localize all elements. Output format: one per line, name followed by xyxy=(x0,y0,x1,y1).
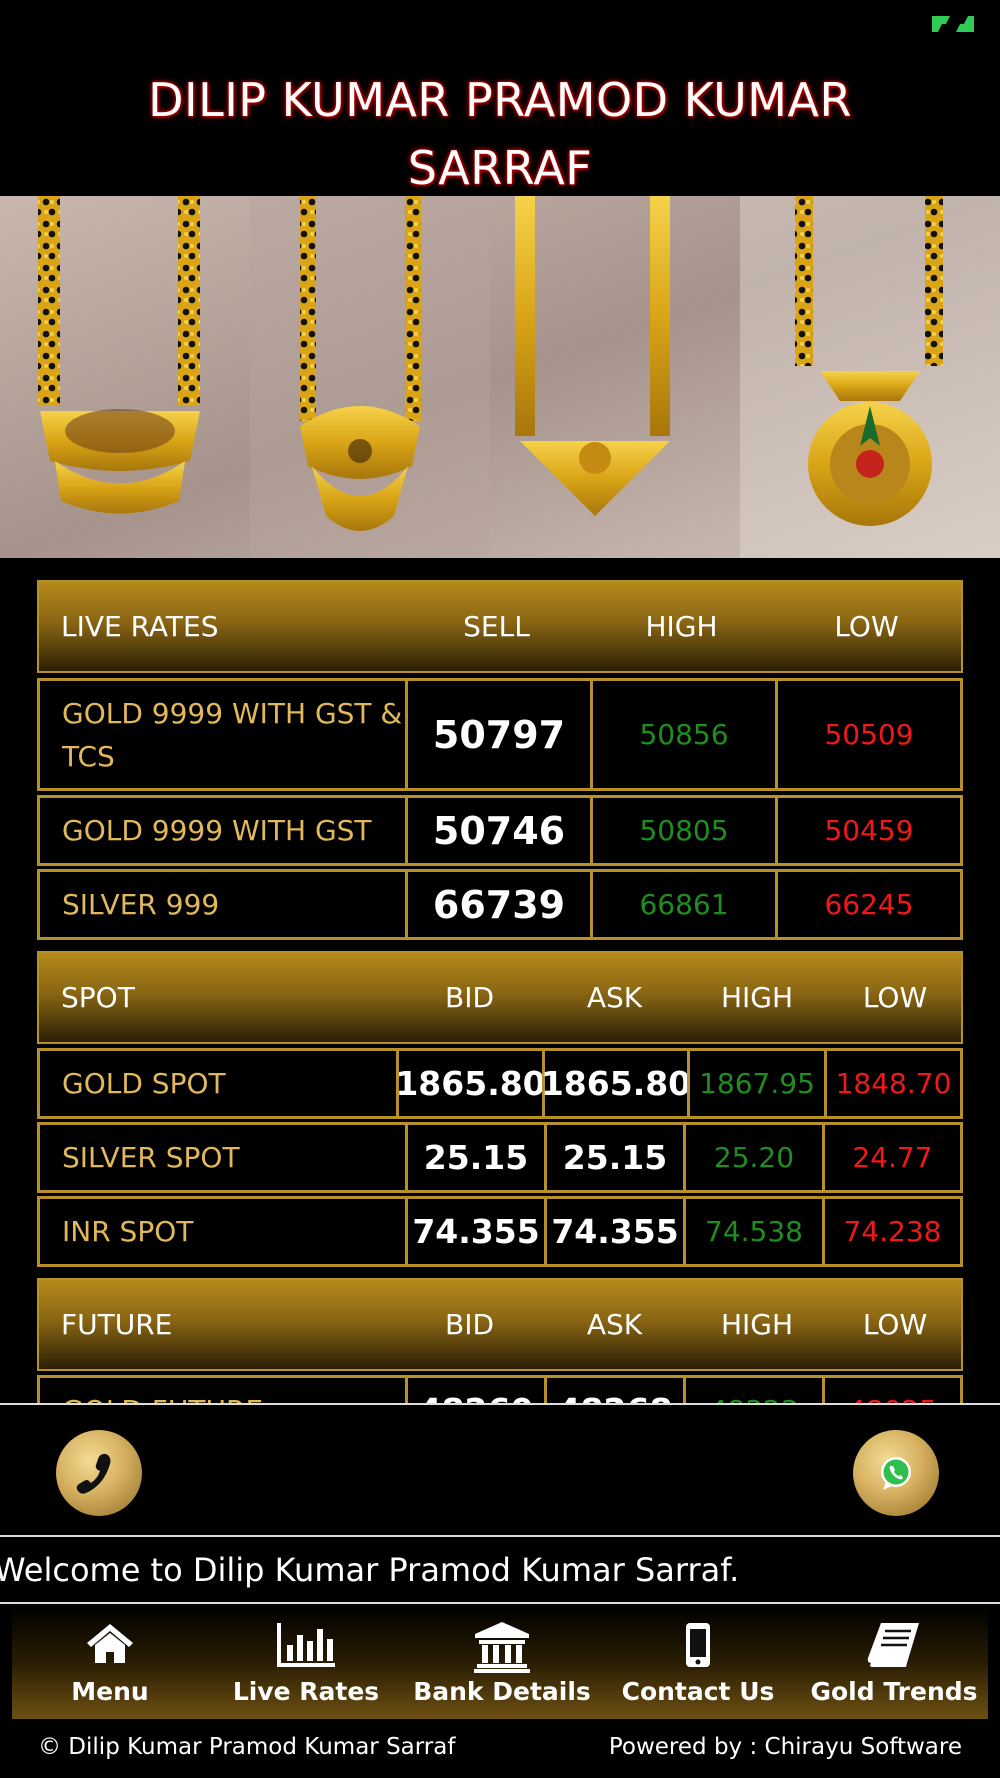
column-header: LOW xyxy=(834,610,899,643)
high-value: 1867.95 xyxy=(699,1067,815,1100)
nav-gold-trends[interactable]: Gold Trends xyxy=(796,1607,992,1719)
bottom-nav: Menu Live Rates Bank Details Contact Us … xyxy=(12,1607,988,1719)
spot-name: GOLD SPOT xyxy=(62,1067,226,1100)
call-button[interactable] xyxy=(56,1430,142,1516)
column-header: SELL xyxy=(463,610,530,643)
high-value: 66861 xyxy=(639,888,729,921)
spot-header: SPOT BID ASK HIGH LOW xyxy=(37,951,963,1044)
future-header: FUTURE BID ASK HIGH LOW xyxy=(37,1278,963,1371)
live-rates-header: LIVE RATES SELL HIGH LOW xyxy=(37,580,963,673)
fullscreen-icon[interactable] xyxy=(930,14,976,34)
rate-name: GOLD 9999 WITH GST & TCS xyxy=(62,696,403,773)
phone-icon xyxy=(76,1453,111,1494)
table-row: SILVER 999 66739 66861 66245 xyxy=(37,869,963,940)
high-value: 50805 xyxy=(639,814,729,847)
book-icon xyxy=(867,1623,919,1667)
column-header: FUTURE xyxy=(61,1308,173,1341)
column-header: HIGH xyxy=(720,1308,794,1341)
column-header: BID xyxy=(444,981,495,1014)
low-value: 50509 xyxy=(824,718,914,751)
bar-chart-icon xyxy=(277,1623,335,1667)
column-header: HIGH xyxy=(645,610,718,643)
high-value: 74.538 xyxy=(705,1215,803,1248)
nav-contact-us[interactable]: Contact Us xyxy=(600,1607,796,1719)
low-value: 66245 xyxy=(824,888,914,921)
ask-value: 1865.80 xyxy=(540,1064,692,1103)
table-row: SILVER SPOT 25.15 25.15 25.20 24.77 xyxy=(37,1122,963,1193)
welcome-marquee: Welcome to Dilip Kumar Pramod Kumar Sarr… xyxy=(0,1538,1000,1604)
low-value: 1848.70 xyxy=(835,1067,952,1100)
whatsapp-icon xyxy=(881,1457,911,1490)
rate-name: SILVER 999 xyxy=(62,888,220,921)
home-icon xyxy=(87,1624,133,1663)
bid-value: 74.355 xyxy=(412,1212,540,1251)
sell-value: 50746 xyxy=(432,808,566,853)
bid-value: 25.15 xyxy=(423,1138,529,1177)
page-title: DILIP KUMAR PRAMOD KUMAR SARRAF xyxy=(148,73,852,195)
column-header: ASK xyxy=(586,1308,643,1341)
column-header: HIGH xyxy=(720,981,794,1014)
nav-label: Gold Trends xyxy=(810,1677,978,1706)
table-row: GOLD SPOT 1865.80 1865.80 1867.95 1848.7… xyxy=(37,1048,963,1119)
low-value: 50459 xyxy=(824,814,914,847)
low-value: 24.77 xyxy=(852,1141,933,1174)
footer: © Dilip Kumar Pramod Kumar Sarraf Powere… xyxy=(0,1726,1000,1766)
spot-name: SILVER SPOT xyxy=(62,1141,240,1174)
bank-icon xyxy=(474,1622,530,1673)
column-header: LOW xyxy=(862,981,928,1014)
nav-label: Contact Us xyxy=(621,1677,775,1706)
table-row: INR SPOT 74.355 74.355 74.538 74.238 xyxy=(37,1196,963,1267)
nav-menu[interactable]: Menu xyxy=(12,1607,208,1719)
jewellery-banner-image xyxy=(0,196,1000,558)
copyright-text: © Dilip Kumar Pramod Kumar Sarraf xyxy=(38,1734,456,1760)
high-value: 25.20 xyxy=(713,1141,795,1174)
marquee-text: Welcome to Dilip Kumar Pramod Kumar Sarr… xyxy=(0,1551,740,1589)
high-value: 50856 xyxy=(639,718,729,751)
mobile-icon xyxy=(686,1623,710,1667)
sell-value: 66739 xyxy=(432,882,566,927)
sell-value: 50797 xyxy=(432,712,566,757)
nav-label: Bank Details xyxy=(413,1677,591,1706)
nav-bank-details[interactable]: Bank Details xyxy=(404,1607,600,1719)
column-header: LIVE RATES xyxy=(61,610,219,643)
column-header: ASK xyxy=(586,981,643,1014)
nav-live-rates[interactable]: Live Rates xyxy=(208,1607,404,1719)
table-row: GOLD 9999 WITH GST 50746 50805 50459 xyxy=(37,795,963,866)
whatsapp-button[interactable] xyxy=(853,1430,939,1516)
action-bar xyxy=(0,1403,1000,1537)
powered-by-link[interactable]: Powered by : Chirayu Software xyxy=(609,1734,962,1760)
ask-value: 74.355 xyxy=(551,1212,679,1251)
bid-value: 1865.80 xyxy=(395,1064,546,1103)
column-header: SPOT xyxy=(61,981,135,1014)
nav-label: Live Rates xyxy=(232,1677,380,1706)
low-value: 74.238 xyxy=(843,1215,942,1248)
nav-label: Menu xyxy=(71,1677,149,1706)
rate-name: GOLD 9999 WITH GST xyxy=(62,814,372,847)
column-header: BID xyxy=(444,1308,495,1341)
table-row: GOLD 9999 WITH GST & TCS 50797 50856 505… xyxy=(37,678,963,791)
column-header: LOW xyxy=(862,1308,928,1341)
spot-name: INR SPOT xyxy=(62,1215,194,1248)
ask-value: 25.15 xyxy=(562,1138,668,1177)
